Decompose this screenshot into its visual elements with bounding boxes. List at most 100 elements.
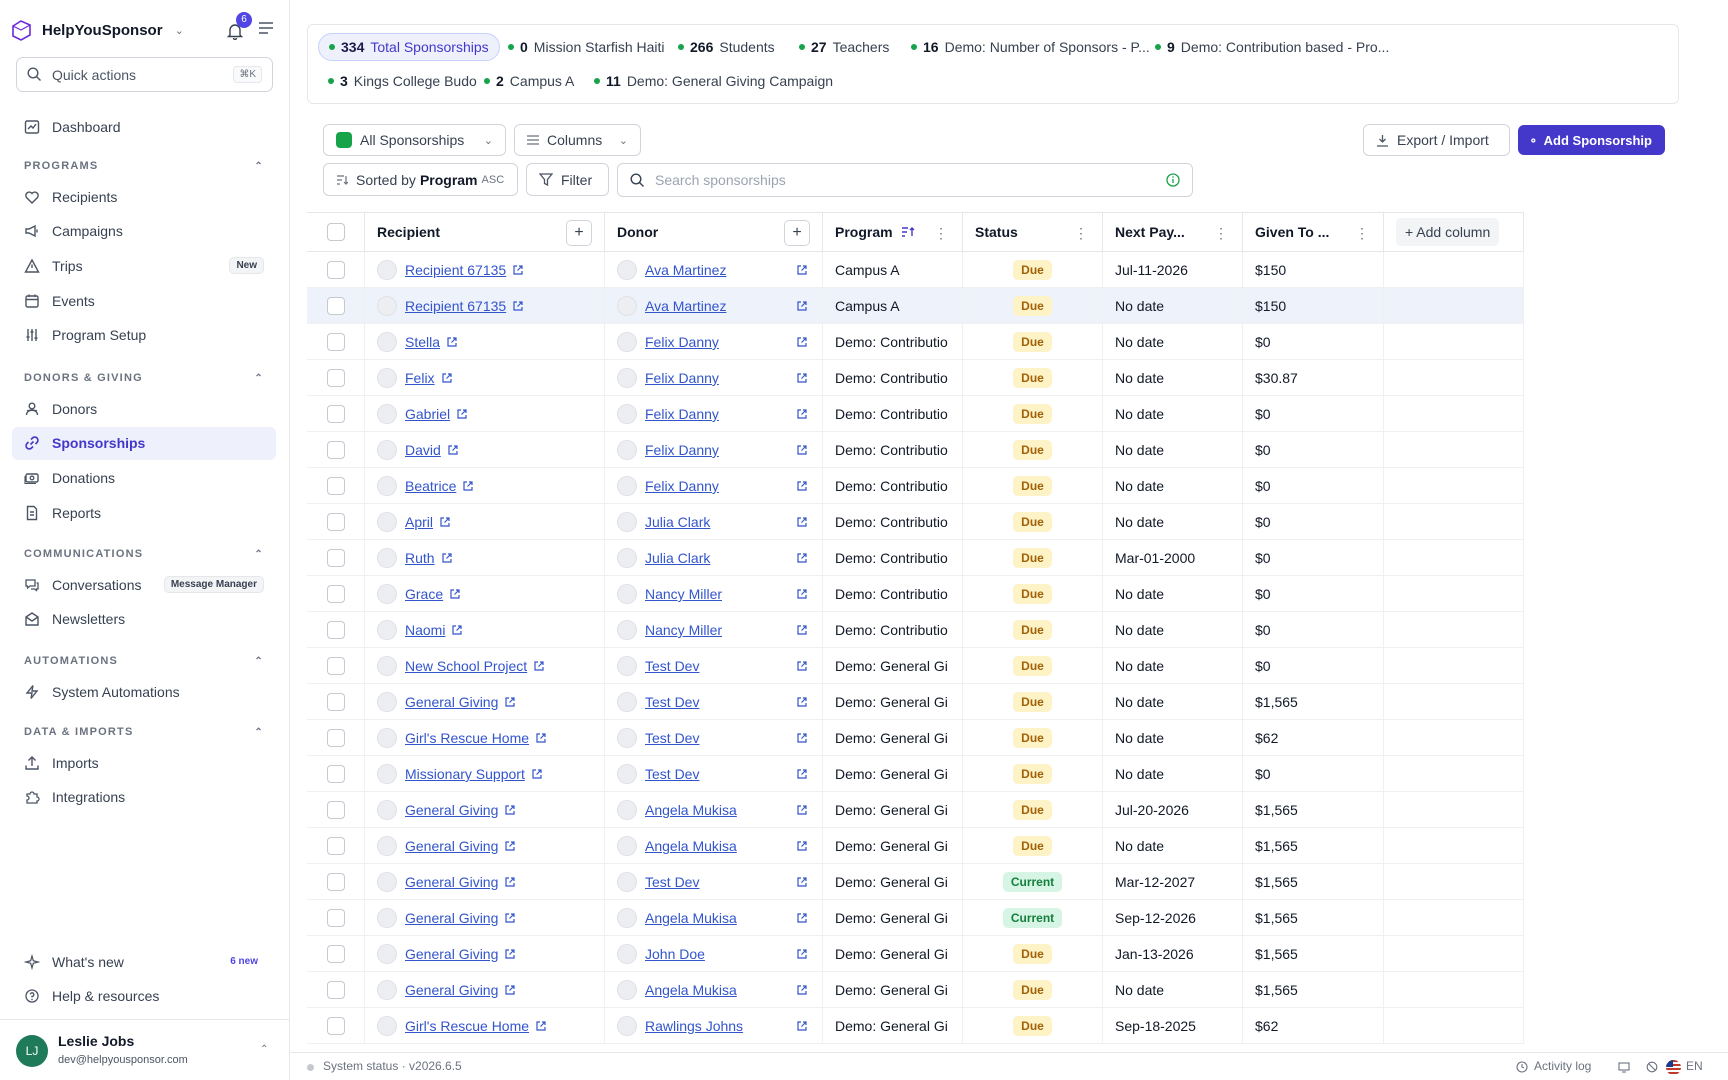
table-row[interactable]: New School Project Test Dev Demo: General … <box>307 648 1524 684</box>
menu-icon[interactable] <box>258 21 274 35</box>
donor-link[interactable]: Felix Danny <box>645 370 719 386</box>
external-link-icon[interactable] <box>796 876 808 888</box>
program-chip[interactable]: 11 Demo: General Giving Campaign <box>584 67 843 95</box>
external-link-icon[interactable] <box>796 696 808 708</box>
monitor-icon[interactable] <box>1618 1062 1630 1073</box>
external-link-icon[interactable] <box>796 840 808 852</box>
donor-link[interactable]: Test Dev <box>645 874 699 890</box>
communications-section-header[interactable]: COMMUNICATIONS ⌃ <box>24 548 264 560</box>
row-checkbox[interactable] <box>326 585 345 603</box>
recipient-link[interactable]: General Giving <box>405 874 498 890</box>
external-link-icon[interactable] <box>796 660 808 672</box>
recipient-link[interactable]: Girl's Rescue Home <box>405 730 529 746</box>
external-link-icon[interactable] <box>504 804 516 816</box>
external-link-icon[interactable] <box>796 804 808 816</box>
external-link-icon[interactable] <box>535 1020 547 1032</box>
donor-link[interactable]: Julia Clark <box>645 514 710 530</box>
row-checkbox[interactable] <box>326 333 345 351</box>
donor-link[interactable]: Angela Mukisa <box>645 802 737 818</box>
donor-link[interactable]: Felix Danny <box>645 478 719 494</box>
donor-link[interactable]: Angela Mukisa <box>645 982 737 998</box>
donor-link[interactable]: Angela Mukisa <box>645 910 737 926</box>
external-link-icon[interactable] <box>504 948 516 960</box>
column-header-status[interactable]: Status ⋮ <box>963 212 1103 252</box>
row-checkbox[interactable] <box>326 477 345 495</box>
recipient-link[interactable]: General Giving <box>405 838 498 854</box>
program-chip[interactable]: 16 Demo: Number of Sponsors - P... <box>901 33 1160 61</box>
table-row[interactable]: Stella Felix Danny Demo: Contributio Due No … <box>307 324 1524 360</box>
columns-button[interactable]: Columns ⌄ <box>514 124 641 156</box>
column-header-recipient[interactable]: Recipient + <box>365 212 605 252</box>
recipient-link[interactable]: General Giving <box>405 946 498 962</box>
donor-link[interactable]: Test Dev <box>645 730 699 746</box>
program-chip[interactable]: 9 Demo: Contribution based - Pro... <box>1145 33 1399 61</box>
recipient-link[interactable]: General Giving <box>405 982 498 998</box>
table-row[interactable]: General Giving Test Dev Demo: General Gi Du… <box>307 684 1524 720</box>
external-link-icon[interactable] <box>796 372 808 384</box>
row-checkbox[interactable] <box>326 657 345 675</box>
nav-dashboard[interactable]: Dashboard <box>12 110 276 143</box>
external-link-icon[interactable] <box>439 516 451 528</box>
table-row[interactable]: Gabriel Felix Danny Demo: Contributio Due No… <box>307 396 1524 432</box>
view-selector[interactable]: All Sponsorships ⌄ <box>323 124 506 156</box>
nav-conversations[interactable]: Conversations Message Manager <box>12 568 276 601</box>
table-row[interactable]: Felix Felix Danny Demo: Contributio Due No d… <box>307 360 1524 396</box>
external-link-icon[interactable] <box>796 588 808 600</box>
search-sponsorships-input[interactable]: Search sponsorships <box>617 163 1193 197</box>
row-checkbox[interactable] <box>326 909 345 927</box>
donor-link[interactable]: Nancy Miller <box>645 586 722 602</box>
nav-imports[interactable]: Imports <box>12 746 276 779</box>
external-link-icon[interactable] <box>796 408 808 420</box>
row-checkbox[interactable] <box>326 945 345 963</box>
select-all-checkbox[interactable] <box>326 223 345 241</box>
external-link-icon[interactable] <box>796 948 808 960</box>
activity-log-link[interactable]: Activity log <box>1534 1059 1591 1073</box>
column-header-next-payment[interactable]: Next Pay... ⋮ <box>1103 212 1243 252</box>
table-row[interactable]: Grace Nancy Miller Demo: Contributio Due No … <box>307 576 1524 612</box>
settings-icon[interactable] <box>1646 1061 1658 1073</box>
table-row[interactable]: Recipient 67135 Ava Martinez Campus A Due No… <box>307 288 1524 324</box>
add-column-button[interactable]: + Add column <box>1396 218 1500 246</box>
recipient-link[interactable]: Naomi <box>405 622 445 638</box>
row-checkbox[interactable] <box>326 405 345 423</box>
table-row[interactable]: April Julia Clark Demo: Contributio Due No d… <box>307 504 1524 540</box>
external-link-icon[interactable] <box>446 336 458 348</box>
external-link-icon[interactable] <box>504 912 516 924</box>
program-chip[interactable]: 334 Total Sponsorships <box>318 33 500 61</box>
external-link-icon[interactable] <box>796 624 808 636</box>
recipient-link[interactable]: Grace <box>405 586 443 602</box>
recipient-link[interactable]: April <box>405 514 433 530</box>
program-chip[interactable]: 0 Mission Starfish Haiti <box>498 33 675 61</box>
system-status[interactable]: System status · v2026.6.5 <box>323 1059 462 1073</box>
add-sponsorship-button[interactable]: Add Sponsorship <box>1518 125 1665 155</box>
donors-section-header[interactable]: DONORS & GIVING ⌃ <box>24 372 264 384</box>
external-link-icon[interactable] <box>441 372 453 384</box>
recipient-link[interactable]: Recipient 67135 <box>405 262 506 278</box>
add-recipient-button[interactable]: + <box>566 220 592 246</box>
recipient-link[interactable]: Missionary Support <box>405 766 525 782</box>
external-link-icon[interactable] <box>535 732 547 744</box>
column-menu-icon[interactable]: ⋮ <box>1355 225 1369 242</box>
nav-donors[interactable]: Donors <box>12 392 276 425</box>
recipient-link[interactable]: New School Project <box>405 658 527 674</box>
table-row[interactable]: Beatrice Felix Danny Demo: Contributio Due N… <box>307 468 1524 504</box>
external-link-icon[interactable] <box>504 840 516 852</box>
program-chip[interactable]: 266 Students <box>668 33 785 61</box>
language-label[interactable]: EN <box>1686 1059 1703 1073</box>
donor-link[interactable]: Nancy Miller <box>645 622 722 638</box>
external-link-icon[interactable] <box>451 624 463 636</box>
table-row[interactable]: Girl's Rescue Home Rawlings Johns Demo: Ge… <box>307 1008 1524 1044</box>
row-checkbox[interactable] <box>326 513 345 531</box>
donor-link[interactable]: John Doe <box>645 946 705 962</box>
whats-new-link[interactable]: What's new 6 new <box>12 945 276 978</box>
nav-integrations[interactable]: Integrations <box>12 781 276 814</box>
row-checkbox[interactable] <box>326 729 345 747</box>
automations-section-header[interactable]: AUTOMATIONS ⌃ <box>24 655 264 667</box>
external-link-icon[interactable] <box>796 300 808 312</box>
table-row[interactable]: General Giving Angela Mukisa Demo: General… <box>307 972 1524 1008</box>
donor-link[interactable]: Felix Danny <box>645 442 719 458</box>
nav-sponsorships[interactable]: Sponsorships <box>12 426 276 460</box>
program-chip[interactable]: 27 Teachers <box>789 33 899 61</box>
donor-link[interactable]: Felix Danny <box>645 406 719 422</box>
recipient-link[interactable]: Beatrice <box>405 478 456 494</box>
